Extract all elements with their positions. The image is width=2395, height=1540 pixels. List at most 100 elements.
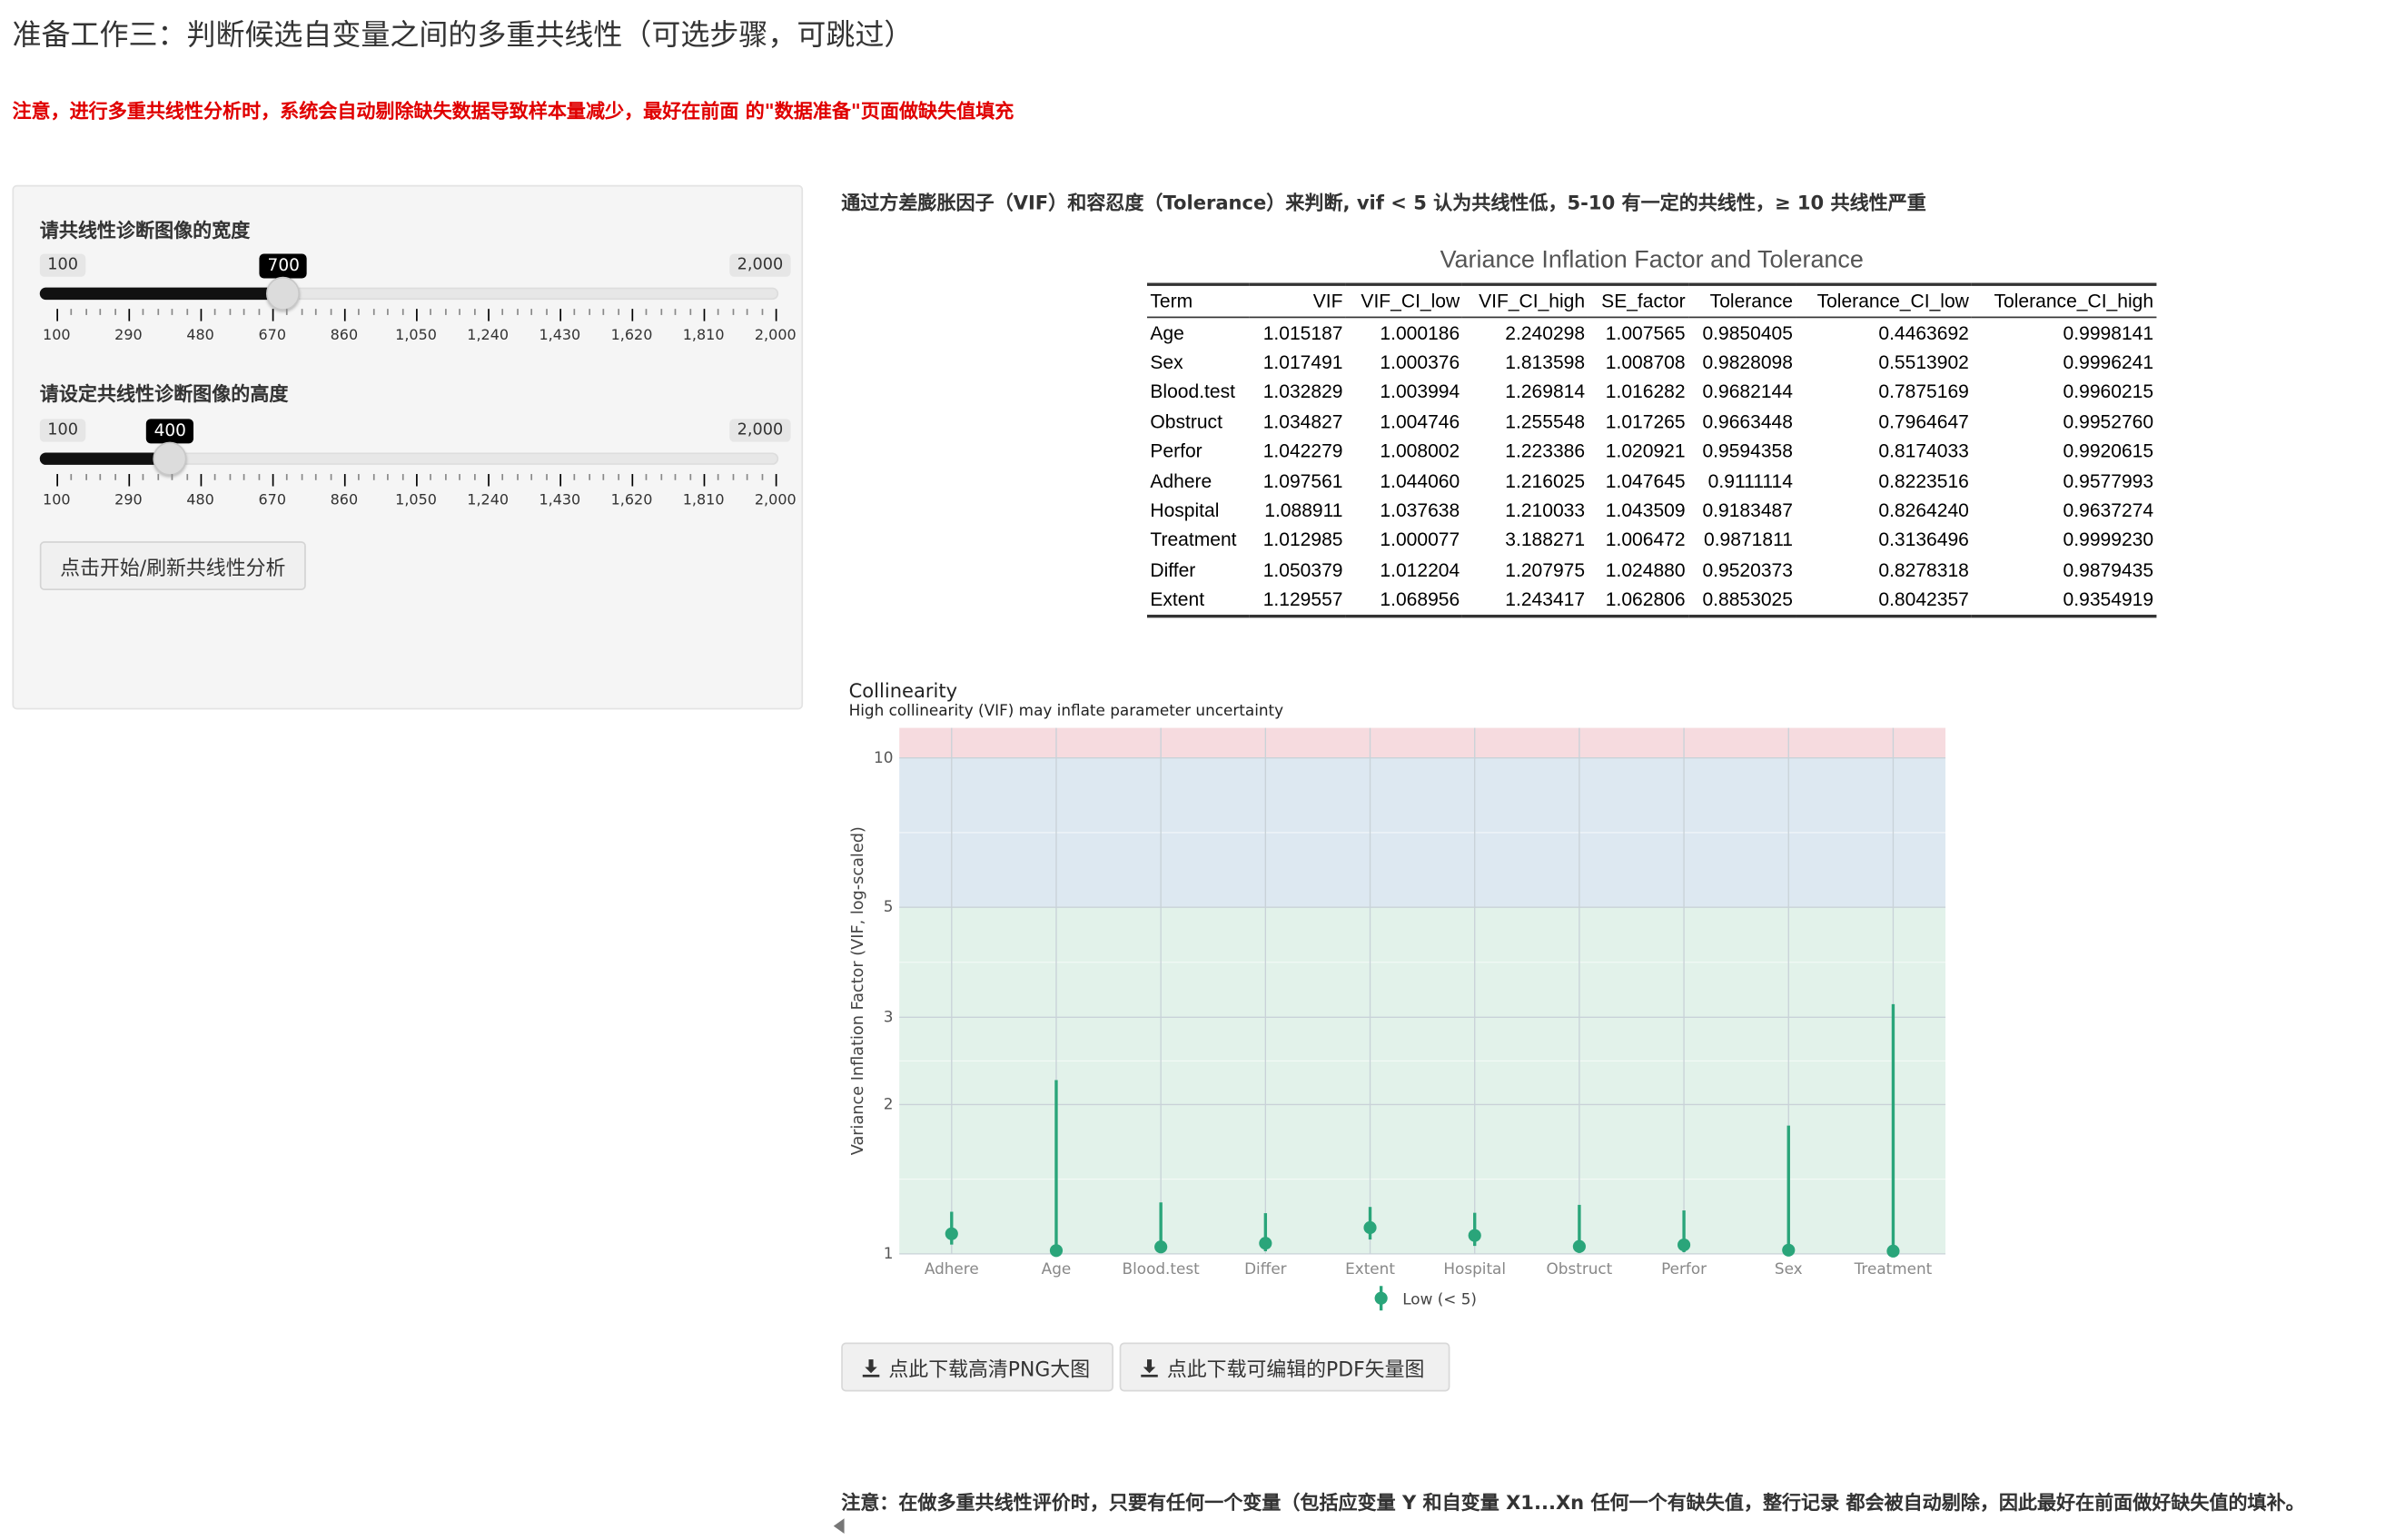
height-slider[interactable]: 100 2,000 400 100 290 480 670 860 1,050 1,240 1… — [39, 419, 797, 510]
table-cell: 0.8264240 — [1878, 499, 1969, 522]
height-slider-tick — [229, 474, 231, 480]
height-slider-tick — [128, 474, 131, 487]
height-slider-label: 请设定共线性诊断图像的高度 — [39, 382, 289, 406]
table-cell: 0.9879435 — [2063, 559, 2154, 581]
width-slider-tick — [760, 309, 763, 315]
width-slider-tick — [372, 309, 375, 315]
download-png-label: 点此下载高清PNG大图 — [888, 1358, 1091, 1382]
table-cell: 0.9183487 — [1702, 499, 1793, 522]
table-cell: Hospital — [1150, 499, 1220, 522]
width-slider-label: 请共线性诊断图像的宽度 — [39, 218, 251, 242]
table-cell: 1.813598 — [1505, 351, 1586, 374]
x-tick-label: Sex — [1775, 1259, 1803, 1278]
height-slider-tick — [416, 474, 418, 487]
width-slider-tick — [301, 309, 303, 315]
height-slider-handle[interactable] — [153, 441, 187, 476]
width-slider-tick — [559, 309, 562, 321]
width-slider-tick — [315, 309, 317, 315]
table-cell: 1.043509 — [1605, 499, 1686, 522]
table-cell: 1.016282 — [1605, 381, 1686, 403]
width-slider-tick — [71, 309, 73, 315]
table-cell: 1.012985 — [1262, 529, 1343, 551]
height-slider-tick — [688, 474, 691, 480]
y-tick-label: 3 — [884, 1007, 894, 1025]
vif-point — [1468, 1229, 1481, 1242]
height-slider-tick — [286, 474, 289, 480]
height-slider-tick — [99, 474, 102, 480]
legend-key-point — [1374, 1291, 1388, 1305]
width-slider-tick — [330, 309, 332, 315]
vif-description: 通过方差膨胀因子（VIF）和容忍度（Tolerance）来判断, vif < 5… — [841, 191, 1926, 214]
height-slider-tick — [200, 474, 203, 487]
width-slider-tick — [99, 309, 102, 315]
x-tick-label: Age — [1042, 1259, 1072, 1278]
run-collinearity-button[interactable]: 点击开始/刷新共线性分析 — [39, 541, 306, 591]
height-slider-tick — [502, 474, 504, 480]
table-cell: Adhere — [1150, 470, 1212, 492]
x-tick-label: Differ — [1244, 1259, 1287, 1278]
height-slider-tick — [631, 474, 634, 487]
download-png-button[interactable]: 点此下载高清PNG大图 — [841, 1342, 1113, 1392]
table-cell: Age — [1150, 321, 1184, 344]
width-slider-tick — [674, 309, 677, 315]
width-slider-tick — [530, 309, 533, 315]
scroll-left-arrow[interactable] — [833, 1518, 845, 1535]
table-cell: 1.255548 — [1505, 410, 1586, 433]
download-pdf-button[interactable]: 点此下载可编辑的PDF矢量图 — [1119, 1342, 1450, 1392]
width-slider-tick — [602, 309, 605, 315]
width-slider-tick-label: 1,050 — [395, 327, 437, 344]
table-cell: 0.3136496 — [1878, 529, 1969, 551]
height-slider-max: 2,000 — [729, 419, 791, 442]
vif-point — [1572, 1239, 1586, 1253]
table-cell: 1.034827 — [1262, 410, 1343, 433]
height-slider-tick — [257, 474, 260, 480]
width-slider-tick — [243, 309, 245, 315]
table-cell: 1.000077 — [1380, 529, 1460, 551]
table-cell: 0.8174033 — [1878, 440, 1969, 462]
height-slider-tick — [747, 474, 748, 480]
width-slider-tick — [732, 309, 734, 315]
table-row: Sex 1.017491 1.000376 1.813598 1.008708 0.982… — [1147, 348, 2156, 378]
height-slider-tick-label: 100 — [43, 492, 71, 509]
height-slider-tick — [301, 474, 303, 480]
height-slider-tick — [272, 474, 274, 487]
table-cell: 0.4463692 — [1878, 321, 1969, 344]
table-cell: 1.000376 — [1380, 351, 1460, 374]
width-slider[interactable]: 100 2,000 700 100 290 480 670 860 1,050 1,240 1… — [39, 253, 797, 346]
width-slider-tick — [286, 309, 289, 315]
column-header: VIF_CI_high — [1462, 284, 1588, 319]
table-cell: 1.097561 — [1262, 470, 1343, 492]
width-slider-tick-label: 290 — [114, 327, 143, 344]
height-slider-tick — [114, 474, 116, 480]
table-cell: 1.007565 — [1605, 321, 1686, 344]
column-header: VIF — [1250, 284, 1346, 319]
width-slider-handle[interactable] — [266, 276, 301, 311]
width-slider-tick-label: 100 — [43, 327, 71, 344]
height-slider-tick — [315, 474, 317, 480]
width-slider-tick — [775, 309, 777, 321]
table-cell: 0.9594358 — [1702, 440, 1793, 462]
height-slider-tick — [372, 474, 375, 480]
vif-point — [1049, 1244, 1064, 1258]
column-header: Tolerance_CI_high — [1972, 284, 2157, 319]
table-cell: 0.8223516 — [1878, 470, 1969, 492]
x-tick-label: Treatment — [1854, 1259, 1933, 1278]
table-cell: 1.042279 — [1262, 440, 1343, 462]
width-slider-tick-label: 670 — [258, 327, 287, 344]
width-slider-tick — [358, 309, 361, 315]
x-tick-label: Perfor — [1661, 1259, 1707, 1278]
chart-title: Collinearity — [849, 679, 958, 702]
table-cell: 1.003994 — [1380, 381, 1460, 403]
table-cell: 1.050379 — [1262, 559, 1343, 581]
table-cell: 0.9996241 — [2063, 351, 2154, 374]
height-slider-tick — [143, 474, 144, 480]
collinearity-chart: 1 2 3 5 10 CollinearityHigh collinearity (VIF… — [849, 679, 1946, 1311]
height-slider-tick — [459, 474, 461, 480]
width-slider-min: 100 — [39, 253, 86, 277]
table-cell: 1.017491 — [1262, 351, 1343, 374]
width-slider-tick — [617, 309, 619, 315]
width-slider-tick — [84, 309, 87, 315]
table-cell: 1.004746 — [1380, 410, 1460, 433]
height-slider-tick — [574, 474, 576, 480]
height-slider-tick — [588, 474, 590, 480]
